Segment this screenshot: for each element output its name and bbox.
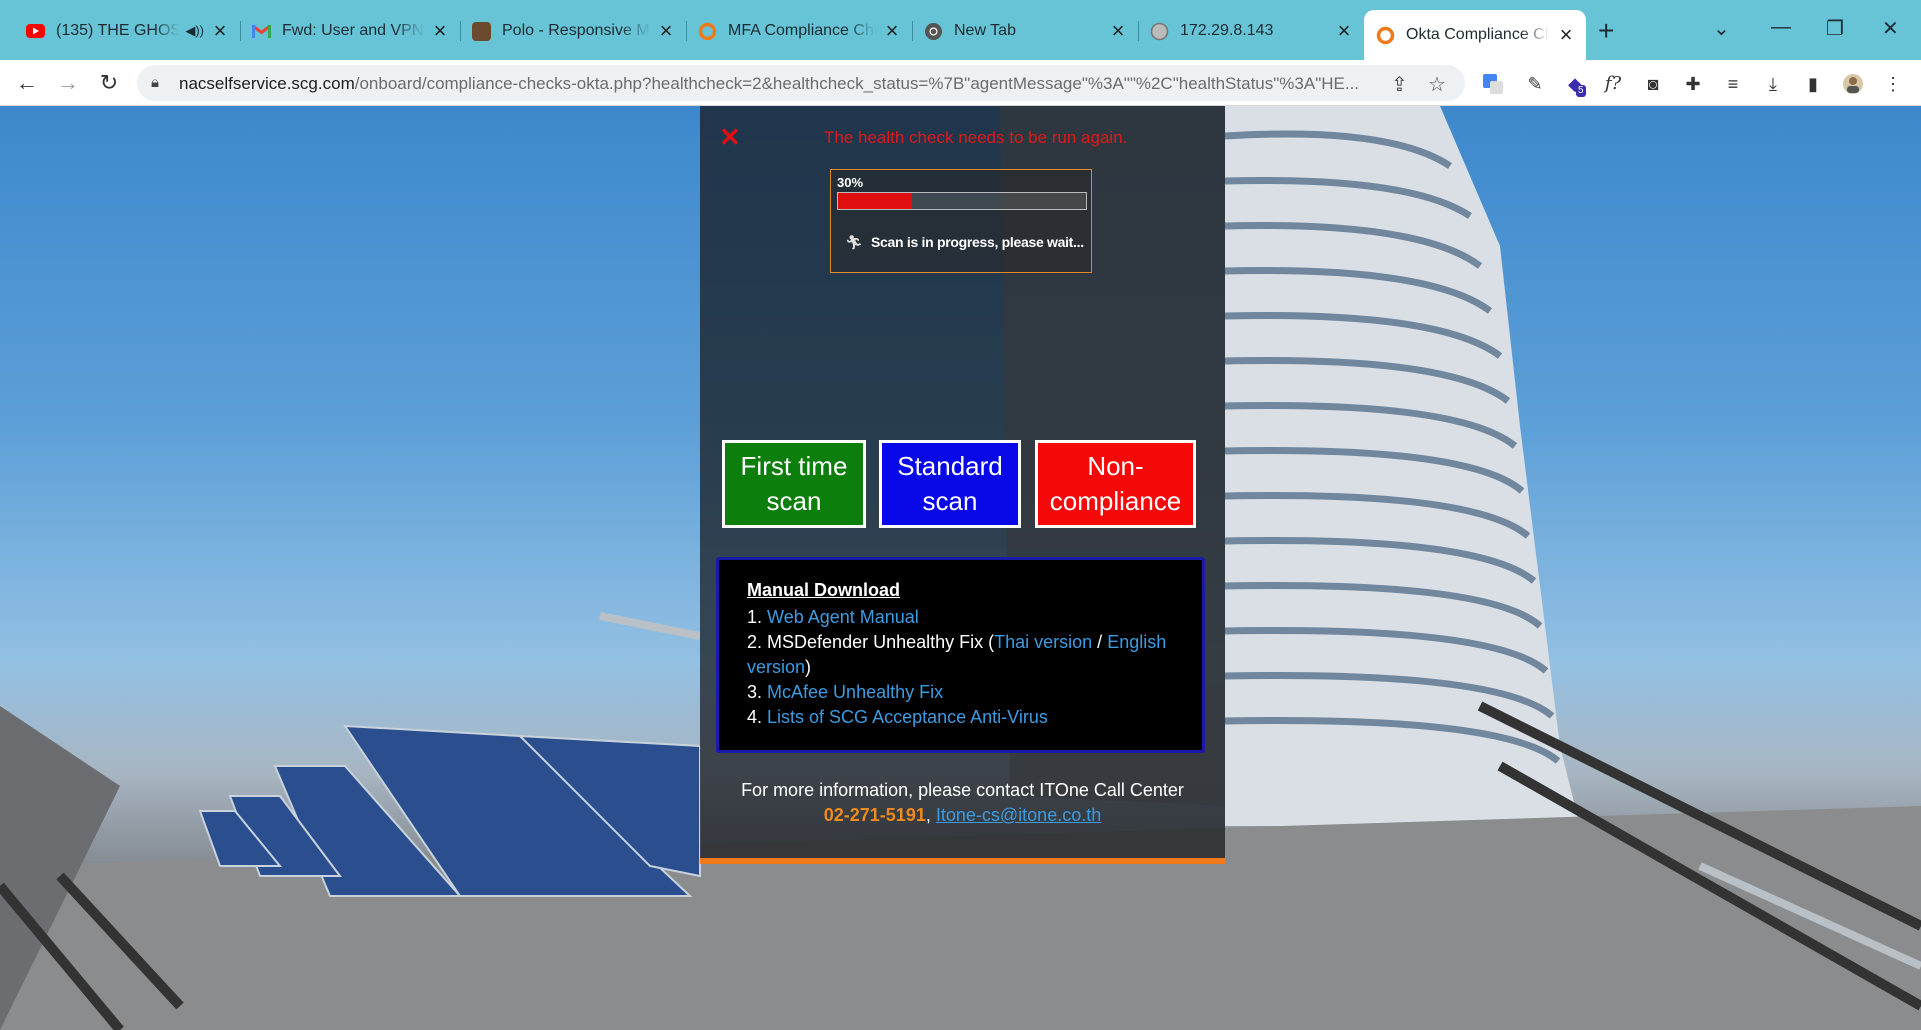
tab-mfa[interactable]: MFA Compliance Che × <box>686 10 913 52</box>
tab-title: 172.29.8.143 <box>1180 22 1274 39</box>
accent-bar <box>700 858 1225 864</box>
thai-version-link[interactable]: Thai version <box>994 632 1092 652</box>
tab-new[interactable]: New Tab × <box>912 10 1139 52</box>
camera-icon[interactable]: ◙ <box>1642 73 1664 95</box>
running-icon: 🏃︎ <box>845 234 863 250</box>
page-content: ✕ The health check needs to be run again… <box>0 106 1921 1030</box>
minimize-icon[interactable]: — <box>1771 16 1791 39</box>
close-tab-icon[interactable]: × <box>658 20 674 42</box>
bookmark-star-icon[interactable]: ☆ <box>1428 72 1446 97</box>
tab-title: New Tab <box>954 22 1016 39</box>
web-agent-manual-link[interactable]: Web Agent Manual <box>767 607 919 627</box>
extension-cube-icon[interactable]: ◆ 5 <box>1564 73 1586 97</box>
item-number: 2. <box>747 632 763 652</box>
manual-item-1: 1. Web Agent Manual <box>747 605 1174 630</box>
okta-icon <box>1376 26 1395 45</box>
manual-download-title: Manual Download <box>747 580 900 600</box>
progress-percent: 30% <box>837 175 864 190</box>
manual-item-3: 3. McAfee Unhealthy Fix <box>747 680 1174 705</box>
new-tab-button[interactable]: + <box>1598 17 1614 45</box>
tab-youtube[interactable]: (135) THE GHOST ◀)) × <box>14 10 241 52</box>
close-tab-icon[interactable]: × <box>1336 20 1352 42</box>
contact-phone: 02-271-5191 <box>823 805 926 825</box>
tab-strip: (135) THE GHOST ◀)) × Fwd: User and VPN … <box>0 0 1921 60</box>
tab-title: Okta Compliance Che <box>1406 26 1550 43</box>
msdefender-label: MSDefender Unhealthy Fix ( <box>767 632 995 652</box>
tab-gmail[interactable]: Fwd: User and VPN ac × <box>240 10 461 52</box>
item-number: 1. <box>747 607 763 627</box>
tab-ip[interactable]: 172.29.8.143 × <box>1138 10 1364 52</box>
manual-download-box: Manual Download 1. Web Agent Manual 2. M… <box>716 557 1205 753</box>
forward-icon[interactable]: → <box>53 68 83 98</box>
formula-icon[interactable]: f? <box>1602 73 1624 95</box>
close-tab-icon[interactable]: × <box>1558 24 1574 46</box>
tab-title: (135) THE GHOST <box>56 22 180 39</box>
okta-icon <box>698 22 717 41</box>
close-paren: ) <box>805 657 812 677</box>
media-control-icon[interactable]: ≡ <box>1722 73 1744 95</box>
close-tab-icon[interactable]: × <box>432 20 448 42</box>
download-icon[interactable]: ⤓ <box>1762 73 1784 95</box>
url-text[interactable]: nacselfservice.scg.com/onboard/complianc… <box>179 74 1369 94</box>
youtube-icon <box>26 22 45 41</box>
chrome-icon <box>924 22 943 41</box>
speaker-icon[interactable]: ◀)) <box>185 23 204 39</box>
error-x-icon: ✕ <box>719 122 741 152</box>
tab-title: Polo - Responsive Mu <box>502 22 650 39</box>
antivirus-list-link[interactable]: Lists of SCG Acceptance Anti-Virus <box>767 707 1048 727</box>
standard-scan-button[interactable]: Standard scan <box>879 440 1021 528</box>
tab-okta-active[interactable]: Okta Compliance Che × <box>1364 10 1586 60</box>
share-icon[interactable]: ⇪ <box>1391 72 1408 97</box>
site-icon <box>472 21 491 41</box>
contact-email-link[interactable]: Itone-cs@itone.co.th <box>936 805 1101 825</box>
contact-info: For more information, please contact ITO… <box>700 778 1225 828</box>
extension-badge: 5 <box>1576 85 1586 97</box>
reload-icon[interactable]: ↻ <box>94 68 124 98</box>
gmail-icon <box>252 22 271 41</box>
compliance-panel: ✕ The health check needs to be run again… <box>700 106 1225 864</box>
lock-icon[interactable]: 🔒︎ <box>151 74 159 91</box>
health-check-message: The health check needs to be run again. <box>824 128 1128 147</box>
close-tab-icon[interactable]: × <box>884 20 900 42</box>
tab-title: MFA Compliance Che <box>728 22 876 39</box>
url-path: /onboard/compliance-checks-okta.php?heal… <box>354 74 1360 93</box>
close-tab-icon[interactable]: × <box>212 20 228 42</box>
globe-icon <box>1150 22 1169 41</box>
close-tab-icon[interactable]: × <box>1110 20 1126 42</box>
avatar[interactable] <box>1842 73 1864 95</box>
progress-bar-fill <box>838 193 913 209</box>
progress-bar <box>837 192 1087 210</box>
separator: / <box>1092 632 1103 652</box>
close-window-icon[interactable]: ✕ <box>1882 16 1899 41</box>
first-time-scan-button[interactable]: First time scan <box>722 440 866 528</box>
mcafee-fix-link[interactable]: McAfee Unhealthy Fix <box>767 682 943 702</box>
puzzle-extensions-icon[interactable]: ✚ <box>1682 73 1704 95</box>
tab-polo[interactable]: Polo - Responsive Mu × <box>460 10 687 52</box>
side-panel-icon[interactable]: ▮ <box>1802 73 1824 95</box>
manual-item-2: 2. MSDefender Unhealthy Fix (Thai versio… <box>747 630 1174 680</box>
separator: , <box>925 805 931 825</box>
scan-progress-box: 30% 🏃︎ Scan is in progress, please wait.… <box>830 169 1092 273</box>
restore-icon[interactable]: ❐ <box>1826 16 1844 41</box>
address-bar[interactable]: 🔒︎ nacselfservice.scg.com/onboard/compli… <box>137 65 1465 101</box>
translate-icon[interactable] <box>1482 73 1504 95</box>
tab-title: Fwd: User and VPN ac <box>282 22 424 39</box>
item-number: 3. <box>747 682 763 702</box>
url-domain: nacselfservice.scg.com <box>179 74 355 93</box>
browser-toolbar: ← → ↻ 🔒︎ nacselfservice.scg.com/onboard/… <box>0 60 1921 106</box>
tab-search-icon[interactable]: ⌄ <box>1713 16 1730 41</box>
manual-item-4: 4. Lists of SCG Acceptance Anti-Virus <box>747 705 1174 730</box>
back-icon[interactable]: ← <box>12 68 42 98</box>
item-number: 4. <box>747 707 763 727</box>
contact-text: For more information, please contact ITO… <box>741 780 1184 800</box>
pen-extension-icon[interactable]: ✎ <box>1524 73 1546 95</box>
scan-status-text: Scan is in progress, please wait... <box>871 234 1084 250</box>
menu-kebab-icon[interactable]: ⋮ <box>1882 73 1904 95</box>
non-compliance-button[interactable]: Non-compliance <box>1035 440 1196 528</box>
